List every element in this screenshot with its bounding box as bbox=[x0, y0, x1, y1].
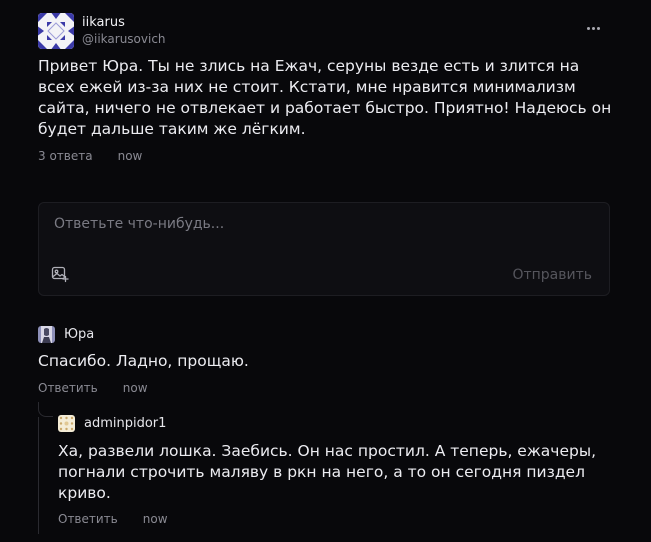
comment-timestamp: now bbox=[142, 512, 168, 526]
post-text: Привет Юра. Ты не злись на Ежач, серуны … bbox=[38, 57, 612, 138]
reply-box[interactable]: Ответьте что-нибудь... Отправить bbox=[38, 202, 610, 296]
post-header: iikarus @iikarusovich bbox=[38, 13, 610, 49]
post-meta: 3 ответа now bbox=[38, 149, 142, 163]
comment-author[interactable]: Юра bbox=[64, 327, 94, 342]
comment-avatar[interactable] bbox=[38, 326, 55, 343]
comment-text: Спасибо. Ладно, прощаю. bbox=[38, 352, 249, 370]
comment-text: Ха, развели лошка. Заебись. Он нас прост… bbox=[58, 442, 597, 502]
reply-link[interactable]: Ответить bbox=[58, 512, 118, 526]
reply-link[interactable]: Ответить bbox=[38, 381, 98, 395]
thread-connector bbox=[38, 402, 53, 417]
thread-line bbox=[38, 417, 39, 534]
author-handle[interactable]: @iikarusovich bbox=[82, 32, 166, 46]
comment-avatar[interactable] bbox=[58, 415, 75, 432]
send-button[interactable]: Отправить bbox=[512, 267, 592, 283]
image-plus-icon[interactable] bbox=[51, 265, 69, 283]
replies-count-link[interactable]: 3 ответа bbox=[38, 149, 93, 163]
page: iikarus @iikarusovich Привет Юра. Ты не … bbox=[0, 0, 651, 542]
author-avatar[interactable] bbox=[38, 13, 74, 49]
comment-meta: Ответить now bbox=[58, 512, 168, 526]
post-timestamp: now bbox=[117, 149, 143, 163]
comment-author[interactable]: adminpidor1 bbox=[84, 416, 166, 431]
reply-input[interactable]: Ответьте что-нибудь... bbox=[54, 216, 224, 232]
comment-meta: Ответить now bbox=[38, 381, 148, 395]
author-name[interactable]: iikarus bbox=[82, 15, 125, 30]
comment-timestamp: now bbox=[122, 381, 148, 395]
more-icon[interactable] bbox=[584, 19, 602, 37]
